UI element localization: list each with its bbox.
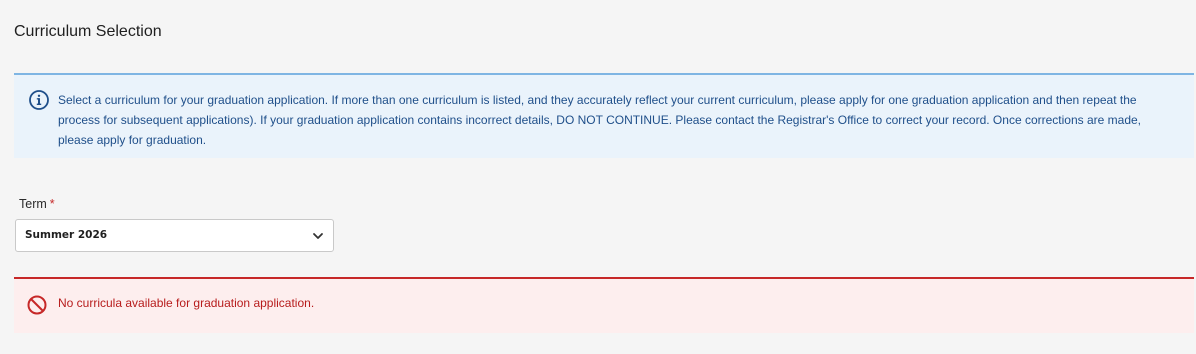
term-select[interactable]: Summer 2026 bbox=[15, 219, 334, 252]
page-title: Curriculum Selection bbox=[14, 23, 162, 40]
curriculum-selection-page: Curriculum Selection Select a curriculum… bbox=[0, 0, 1196, 354]
term-label: Term * bbox=[19, 197, 55, 211]
term-selected-value: Summer 2026 bbox=[25, 229, 108, 241]
term-label-text: Term bbox=[19, 197, 47, 211]
chevron-down-icon bbox=[313, 233, 323, 239]
info-message: Select a curriculum for your graduation … bbox=[58, 93, 1141, 147]
error-message: No curricula available for graduation ap… bbox=[58, 296, 315, 310]
error-notification: No curricula available for graduation ap… bbox=[14, 277, 1194, 333]
info-notification: Select a curriculum for your graduation … bbox=[14, 73, 1194, 158]
prohibited-icon bbox=[27, 295, 47, 315]
info-icon bbox=[29, 90, 49, 110]
required-marker: * bbox=[49, 197, 55, 211]
